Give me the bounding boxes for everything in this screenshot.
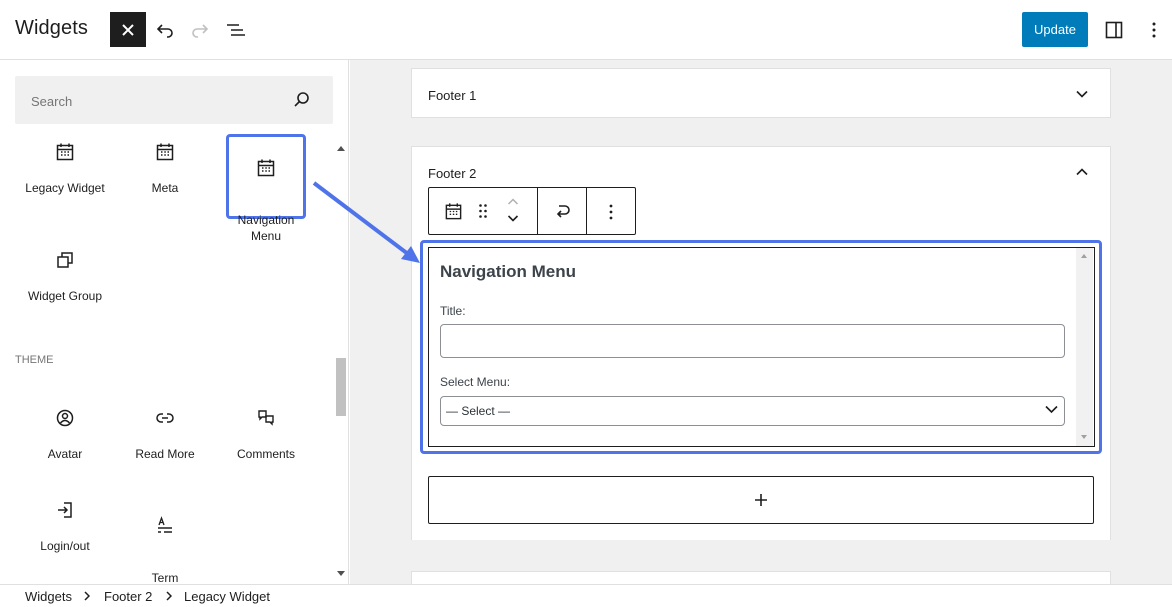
- login-icon: [58, 502, 72, 518]
- update-button[interactable]: Update: [1022, 12, 1088, 47]
- more-vertical-icon: [1152, 22, 1156, 38]
- move-down-icon[interactable]: [507, 214, 519, 223]
- breadcrumb: Widgets Footer 2 Legacy Widget: [0, 584, 1172, 607]
- chevron-down-icon[interactable]: [1076, 90, 1088, 98]
- title-label: Title:: [440, 304, 466, 318]
- select-menu-label: Select Menu:: [440, 375, 511, 389]
- breadcrumb-item[interactable]: Legacy Widget: [184, 589, 270, 604]
- block-label: Login/out: [40, 539, 90, 553]
- plus-icon: [755, 494, 767, 506]
- search-icon: [294, 92, 309, 107]
- block-inserter-panel: Search Legacy Widget Meta Navigation Men…: [0, 60, 349, 584]
- close-inserter-button[interactable]: [110, 12, 146, 47]
- select-value: — Select —: [446, 404, 511, 418]
- block-label: Legacy Widget: [25, 181, 105, 195]
- redo-icon: [192, 24, 209, 38]
- term-description-icon: [158, 516, 172, 533]
- calendar-icon: [257, 159, 275, 177]
- block-term-description[interactable]: Term Description: [123, 500, 207, 584]
- widget-scrollbar[interactable]: [1076, 248, 1093, 446]
- add-block-button[interactable]: [428, 476, 1094, 524]
- group-icon: [57, 252, 73, 268]
- close-icon: [122, 23, 134, 36]
- undo-button[interactable]: [147, 12, 183, 48]
- block-label: Read More: [135, 447, 195, 461]
- more-vertical-icon[interactable]: [608, 203, 614, 221]
- chevron-right-icon: [84, 591, 90, 601]
- scrollbar-thumb[interactable]: [336, 358, 346, 416]
- block-label: Widget Group: [27, 289, 103, 303]
- scroll-down-arrow[interactable]: [337, 571, 345, 576]
- list-view-icon: [227, 24, 245, 36]
- widget-area-footer-1[interactable]: Footer 1: [411, 68, 1111, 118]
- link-icon: [156, 413, 174, 423]
- avatar-icon: [56, 409, 74, 427]
- list-view-button[interactable]: [218, 12, 254, 48]
- undo-icon: [156, 24, 173, 38]
- breadcrumb-item[interactable]: Widgets: [25, 589, 72, 604]
- block-login-out[interactable]: Login/out: [23, 500, 107, 554]
- redo-button[interactable]: [182, 12, 218, 48]
- toolbar-divider: [586, 188, 587, 234]
- title-input[interactable]: [440, 324, 1065, 358]
- block-read-more[interactable]: Read More: [123, 408, 207, 462]
- breadcrumb-item[interactable]: Footer 2: [104, 589, 152, 604]
- sidebar-toggle-icon: [1105, 21, 1123, 39]
- scroll-up-arrow[interactable]: [1081, 254, 1087, 258]
- chevron-up-icon[interactable]: [1076, 168, 1088, 176]
- top-toolbar: Widgets Update: [0, 0, 1172, 60]
- theme-section-label: THEME: [15, 354, 54, 366]
- block-avatar[interactable]: Avatar: [23, 408, 107, 462]
- block-meta[interactable]: Meta: [123, 142, 207, 196]
- block-widget-group[interactable]: Widget Group: [23, 250, 107, 304]
- block-comments[interactable]: Comments: [224, 408, 308, 462]
- chevron-down-icon: [1045, 405, 1058, 414]
- calendar-icon: [156, 143, 174, 161]
- drag-handle-icon[interactable]: [478, 203, 488, 219]
- search-input[interactable]: Search: [31, 94, 72, 109]
- calendar-icon: [56, 143, 74, 161]
- chevron-right-icon: [166, 591, 172, 601]
- widget-heading: Navigation Menu: [440, 262, 577, 281]
- search-field[interactable]: Search: [15, 76, 333, 124]
- move-up-icon[interactable]: [507, 197, 519, 206]
- block-label: Comments: [236, 447, 295, 461]
- select-menu-dropdown[interactable]: — Select —: [440, 396, 1065, 426]
- block-label: Term Description: [151, 571, 179, 584]
- block-label: Navigation Menu: [237, 213, 295, 243]
- comments-icon: [258, 410, 274, 426]
- widget-area-title: Footer 2: [428, 166, 477, 181]
- scroll-down-arrow[interactable]: [1081, 435, 1087, 439]
- block-label: Avatar: [47, 447, 83, 461]
- options-button[interactable]: [1136, 12, 1172, 48]
- scroll-up-arrow[interactable]: [337, 146, 345, 151]
- block-legacy-widget[interactable]: Legacy Widget: [23, 142, 107, 196]
- calendar-icon[interactable]: [444, 202, 463, 221]
- block-navigation-menu[interactable]: Navigation Menu: [224, 142, 308, 260]
- block-label: Meta: [151, 181, 179, 195]
- block-toolbar: [428, 187, 636, 235]
- settings-button[interactable]: [1096, 12, 1132, 48]
- toolbar-divider: [537, 188, 538, 234]
- page-title: Widgets: [15, 17, 88, 39]
- widget-area-title: Footer 1: [428, 88, 477, 103]
- transform-icon[interactable]: [553, 201, 573, 221]
